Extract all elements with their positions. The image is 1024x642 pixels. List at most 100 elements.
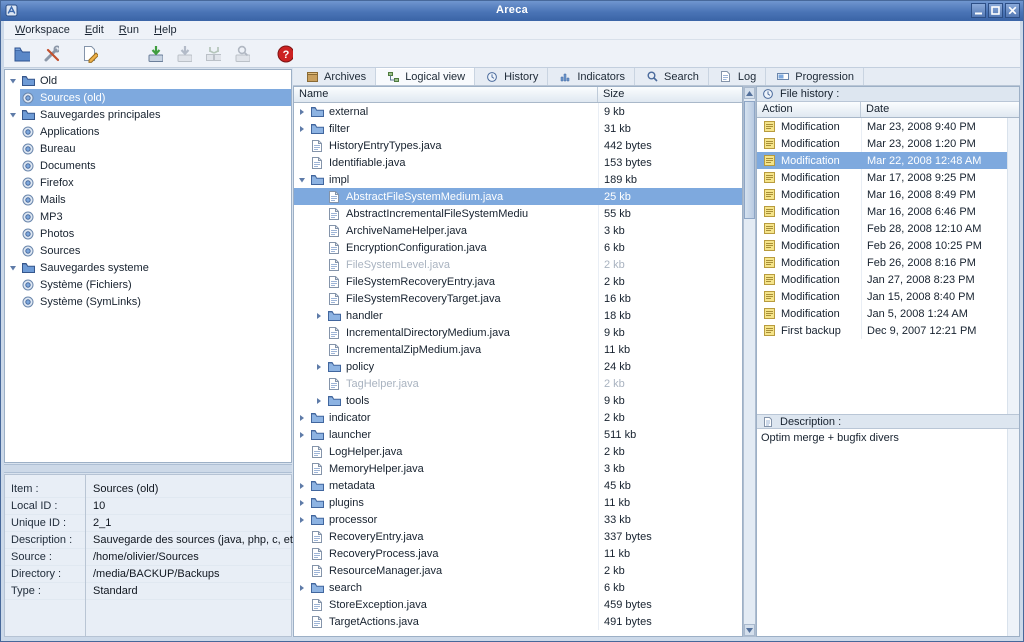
folder-row[interactable]: tools9 kb [294,392,742,409]
folder-row[interactable]: impl189 kb [294,171,742,188]
column-header-name[interactable]: Name [294,87,598,102]
backup-target-row[interactable]: Applications [5,123,291,140]
tree-expander-icon[interactable] [294,499,309,507]
history-row[interactable]: ModificationFeb 28, 2008 12:10 AM [757,220,1019,237]
tree-expander-icon[interactable] [311,312,326,320]
file-row[interactable]: MemoryHelper.java3 kb [294,460,742,477]
description-scrollbar[interactable] [1007,429,1019,636]
tree-expander-icon[interactable] [311,363,326,371]
file-row[interactable]: ArchiveNameHelper.java3 kb [294,222,742,239]
tab-progression[interactable]: Progression [766,68,864,85]
file-tree-scrollbar[interactable] [743,86,756,637]
minimize-button[interactable] [971,3,986,18]
tree-expander-icon[interactable] [294,431,309,439]
backup-target-row[interactable]: Système (SymLinks) [5,293,291,310]
tree-expander-icon[interactable] [5,77,20,85]
tree-expander-icon[interactable] [294,125,309,133]
history-row[interactable]: ModificationMar 23, 2008 1:20 PM [757,135,1019,152]
folder-row[interactable]: handler18 kb [294,307,742,324]
file-row[interactable]: TagHelper.java2 kb [294,375,742,392]
file-row[interactable]: EncryptionConfiguration.java6 kb [294,239,742,256]
tab-search[interactable]: Search [635,68,709,85]
workspace-group-row[interactable]: Sauvegardes principales [5,106,291,123]
history-row[interactable]: ModificationMar 16, 2008 8:49 PM [757,186,1019,203]
backup-target-row[interactable]: Système (Fichiers) [5,276,291,293]
file-row[interactable]: FileSystemLevel.java2 kb [294,256,742,273]
history-row[interactable]: ModificationFeb 26, 2008 10:25 PM [757,237,1019,254]
history-row[interactable]: ModificationMar 17, 2008 9:25 PM [757,169,1019,186]
file-row[interactable]: IncrementalDirectoryMedium.java9 kb [294,324,742,341]
preferences-button[interactable] [39,42,62,65]
close-button[interactable] [1005,3,1020,18]
backup-target-row[interactable]: Mails [5,191,291,208]
backup-button[interactable] [143,42,166,65]
tree-expander-icon[interactable] [294,414,309,422]
maximize-button[interactable] [988,3,1003,18]
history-row[interactable]: ModificationJan 15, 2008 8:40 PM [757,288,1019,305]
file-row[interactable]: AbstractIncrementalFileSystemMediu55 kb [294,205,742,222]
edit-target-button[interactable] [78,42,101,65]
backup-target-row[interactable]: Firefox [5,174,291,191]
tree-expander-icon[interactable] [294,482,309,490]
tree-expander-icon[interactable] [294,584,309,592]
backup-target-row[interactable]: MP3 [5,208,291,225]
file-row[interactable]: AbstractFileSystemMedium.java25 kb [294,188,742,205]
history-row[interactable]: ModificationMar 22, 2008 12:48 AM [757,152,1019,169]
menu-run[interactable]: Run [112,22,147,38]
folder-row[interactable]: external9 kb [294,103,742,120]
history-row[interactable]: ModificationMar 16, 2008 6:46 PM [757,203,1019,220]
workspace-group-row[interactable]: Old [5,72,291,89]
file-row[interactable]: FileSystemRecoveryTarget.java16 kb [294,290,742,307]
workspace-group-row[interactable]: Sauvegardes systeme [5,259,291,276]
tree-expander-icon[interactable] [311,397,326,405]
folder-row[interactable]: plugins11 kb [294,494,742,511]
history-row[interactable]: ModificationFeb 26, 2008 8:16 PM [757,254,1019,271]
file-row[interactable]: HistoryEntryTypes.java442 bytes [294,137,742,154]
tab-logical-view[interactable]: Logical view [376,68,475,85]
open-workspace-button[interactable] [10,42,33,65]
tree-expander-icon[interactable] [294,176,309,184]
backup-target-row[interactable]: Photos [5,225,291,242]
tab-archives[interactable]: Archives [295,68,376,85]
tab-indicators[interactable]: Indicators [548,68,635,85]
tree-expander-icon[interactable] [5,264,20,272]
file-row[interactable]: TargetActions.java491 bytes [294,613,742,630]
folder-row[interactable]: processor33 kb [294,511,742,528]
menu-workspace[interactable]: Workspace [8,22,78,38]
history-row[interactable]: ModificationJan 27, 2008 8:23 PM [757,271,1019,288]
tree-expander-icon[interactable] [294,108,309,116]
file-row[interactable]: RecoveryProcess.java11 kb [294,545,742,562]
history-row[interactable]: ModificationJan 5, 2008 1:24 AM [757,305,1019,322]
file-row[interactable]: ResourceManager.java2 kb [294,562,742,579]
scroll-down-icon[interactable] [744,624,755,636]
folder-row[interactable]: launcher511 kb [294,426,742,443]
help-button[interactable]: ? [273,42,296,65]
history-row[interactable]: First backupDec 9, 2007 12:21 PM [757,322,1019,339]
tree-expander-icon[interactable] [5,111,20,119]
folder-row[interactable]: metadata45 kb [294,477,742,494]
tab-history[interactable]: History [475,68,548,85]
scrollbar-thumb[interactable] [744,101,755,219]
menu-edit[interactable]: Edit [78,22,112,38]
file-row[interactable]: IncrementalZipMedium.java11 kb [294,341,742,358]
horizontal-splitter[interactable] [4,464,292,473]
column-header-size[interactable]: Size [598,87,742,102]
tab-log[interactable]: Log [709,68,766,85]
folder-row[interactable]: policy24 kb [294,358,742,375]
history-scrollbar[interactable] [1007,118,1019,414]
menu-help[interactable]: Help [147,22,185,38]
backup-target-row[interactable]: Sources [5,242,291,259]
file-row[interactable]: StoreException.java459 bytes [294,596,742,613]
folder-row[interactable]: filter31 kb [294,120,742,137]
titlebar[interactable]: Areca [1,1,1023,21]
file-row[interactable]: RecoveryEntry.java337 bytes [294,528,742,545]
backup-target-row[interactable]: Documents [5,157,291,174]
folder-row[interactable]: indicator2 kb [294,409,742,426]
column-header-date[interactable]: Date [861,102,1019,117]
file-row[interactable]: Identifiable.java153 bytes [294,154,742,171]
file-row[interactable]: LogHelper.java2 kb [294,443,742,460]
tree-expander-icon[interactable] [294,516,309,524]
file-row[interactable]: FileSystemRecoveryEntry.java2 kb [294,273,742,290]
backup-target-row[interactable]: Sources (old) [5,89,291,106]
folder-row[interactable]: search6 kb [294,579,742,596]
